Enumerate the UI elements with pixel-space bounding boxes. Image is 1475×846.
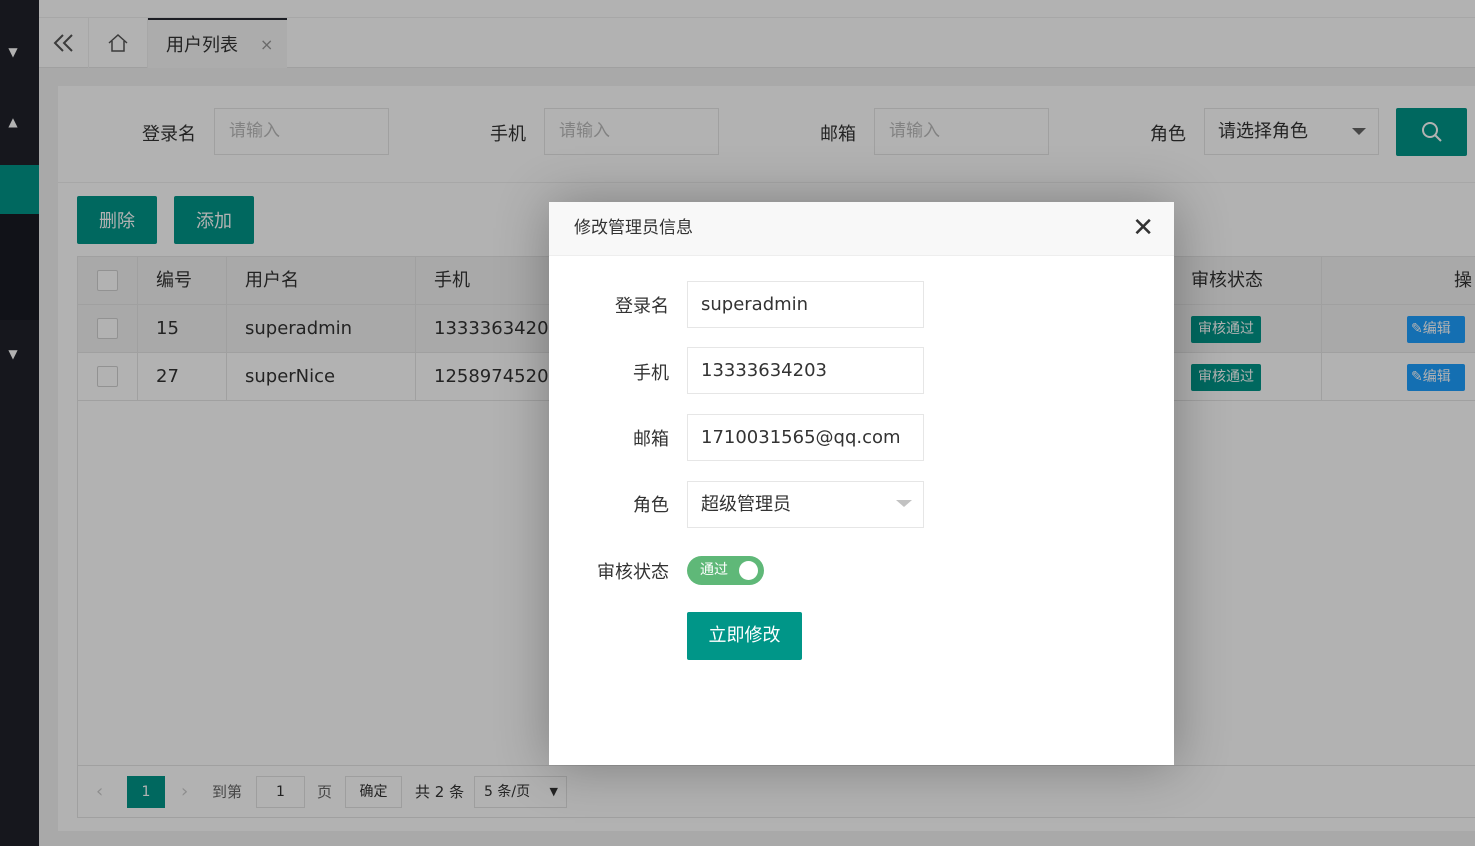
form-role-label: 角色 (633, 495, 669, 516)
form-status-label: 审核状态 (597, 562, 669, 583)
form-email-input[interactable]: 1710031565@qq.com (687, 414, 924, 461)
modal-header: 修改管理员信息 ✕ (549, 202, 1174, 256)
form-phone-label: 手机 (633, 363, 669, 384)
form-role-value: 超级管理员 (701, 494, 791, 515)
form-login-label: 登录名 (615, 296, 669, 317)
close-icon[interactable]: ✕ (1132, 202, 1154, 254)
submit-button[interactable]: 立即修改 (687, 612, 802, 660)
modal-title: 修改管理员信息 (574, 218, 693, 238)
status-toggle[interactable]: 通过 (687, 556, 764, 585)
form-login-input[interactable]: superadmin (687, 281, 924, 328)
form-phone-input[interactable]: 13333634203 (687, 347, 924, 394)
form-role-select[interactable]: 超级管理员 (687, 481, 924, 528)
edit-admin-modal: 修改管理员信息 ✕ 登录名 superadmin 手机 13333634203 … (549, 202, 1174, 765)
chevron-down-icon (896, 500, 912, 507)
form-email-label: 邮箱 (633, 429, 669, 450)
toggle-knob (739, 561, 758, 580)
status-toggle-label: 通过 (700, 562, 728, 578)
